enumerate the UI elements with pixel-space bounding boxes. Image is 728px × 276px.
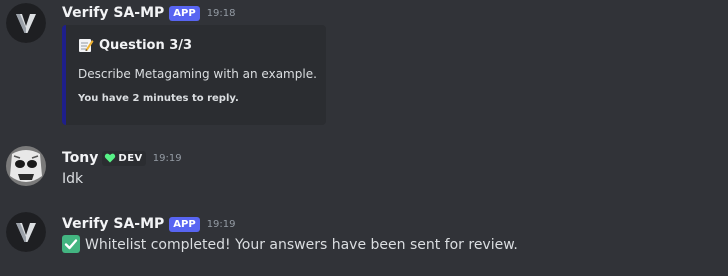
check-mark-icon (62, 235, 80, 253)
embed-title-text: Question 3/3 (99, 37, 193, 53)
v-logo-icon (6, 212, 46, 252)
role-badge[interactable]: DEV (102, 150, 146, 166)
timestamp[interactable]: 19:19 (153, 153, 182, 164)
role-badge-label: DEV (118, 152, 143, 164)
v-logo-icon (6, 3, 46, 43)
bot-avatar[interactable] (6, 212, 46, 252)
bot-avatar[interactable] (6, 3, 46, 43)
heart-icon (105, 153, 116, 163)
timestamp[interactable]: 19:19 (207, 219, 236, 230)
message-header: Verify SA-MP APP 19:19 (62, 214, 236, 234)
app-badge: APP (169, 5, 200, 21)
embed-footer: You have 2 minutes to reply. (78, 93, 239, 104)
message-verify-1: Verify SA-MP APP 19:18 Question 3/3 Desc… (0, 0, 728, 130)
author-name[interactable]: Verify SA-MP (62, 5, 164, 21)
message-verify-2: Verify SA-MP APP 19:19 Whitelist complet… (0, 205, 728, 270)
message-header: Tony DEV 19:19 (62, 148, 182, 168)
embed-description: Describe Metagaming with an example. (78, 67, 317, 81)
author-name[interactable]: Verify SA-MP (62, 216, 164, 232)
memo-icon (79, 39, 94, 52)
timestamp[interactable]: 19:18 (207, 8, 236, 19)
question-embed: Question 3/3 Describe Metagaming with an… (62, 25, 326, 125)
mask-avatar-icon (6, 146, 46, 186)
author-name[interactable]: Tony (62, 150, 98, 166)
message-text: Whitelist completed! Your answers have b… (85, 237, 518, 253)
message-text-row: Whitelist completed! Your answers have b… (62, 235, 518, 253)
message-tony: Tony DEV 19:19 Idk (0, 140, 728, 200)
app-badge: APP (169, 216, 200, 232)
message-header: Verify SA-MP APP 19:18 (62, 3, 236, 23)
message-text: Idk (62, 171, 84, 187)
user-avatar[interactable] (6, 146, 46, 186)
embed-title: Question 3/3 (78, 37, 192, 53)
